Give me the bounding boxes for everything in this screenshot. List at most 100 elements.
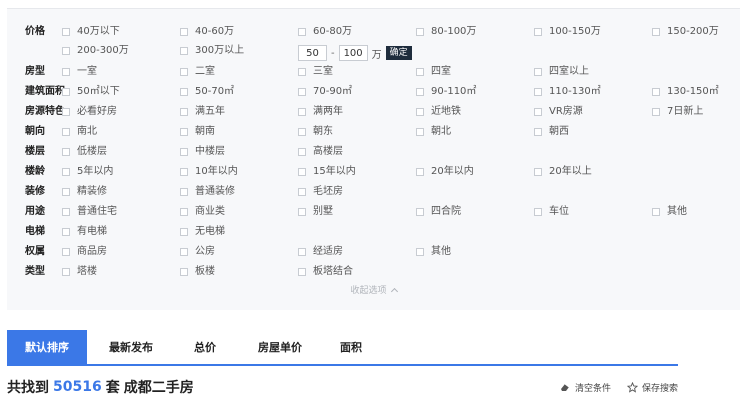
- filter-option-layout-4[interactable]: 四室以上: [534, 63, 589, 81]
- filter-option-usage-5[interactable]: 其他: [652, 203, 687, 221]
- checkbox[interactable]: [298, 108, 306, 116]
- checkbox[interactable]: [416, 68, 424, 76]
- filter-option-decoration-0[interactable]: 精装修: [62, 183, 107, 201]
- checkbox[interactable]: [298, 128, 306, 136]
- filter-option-usage-1[interactable]: 商业类: [180, 203, 225, 221]
- checkbox[interactable]: [62, 47, 70, 55]
- checkbox[interactable]: [62, 108, 70, 116]
- filter-option-orientation-0[interactable]: 南北: [62, 123, 97, 141]
- filter-option-age-3[interactable]: 20年以内: [416, 163, 474, 181]
- checkbox[interactable]: [416, 108, 424, 116]
- price-confirm-button[interactable]: 确定: [385, 46, 412, 60]
- filter-option-price-3[interactable]: 80-100万: [416, 23, 476, 41]
- filter-option-elevator-0[interactable]: 有电梯: [62, 223, 107, 241]
- filter-option-usage-3[interactable]: 四合院: [416, 203, 461, 221]
- filter-option-ownership-2[interactable]: 经适房: [298, 243, 343, 261]
- checkbox[interactable]: [180, 248, 188, 256]
- filter-option-features-3[interactable]: 近地铁: [416, 103, 461, 121]
- sort-tab-total-price[interactable]: 总价: [183, 330, 227, 366]
- filter-option-layout-3[interactable]: 四室: [416, 63, 451, 81]
- checkbox[interactable]: [298, 188, 306, 196]
- filter-option-price-6[interactable]: 200-300万: [62, 42, 129, 60]
- filter-option-area-0[interactable]: 50㎡以下: [62, 83, 120, 101]
- filter-option-price-4[interactable]: 100-150万: [534, 23, 601, 41]
- filter-option-orientation-2[interactable]: 朝东: [298, 123, 333, 141]
- checkbox[interactable]: [652, 28, 660, 36]
- checkbox[interactable]: [180, 268, 188, 276]
- filter-option-area-1[interactable]: 50-70㎡: [180, 83, 234, 101]
- filter-option-ownership-3[interactable]: 其他: [416, 243, 451, 261]
- checkbox[interactable]: [298, 68, 306, 76]
- filter-option-usage-0[interactable]: 普通住宅: [62, 203, 117, 221]
- filter-option-floor-0[interactable]: 低楼层: [62, 143, 107, 161]
- sort-tab-unit-price[interactable]: 房屋单价: [247, 330, 313, 366]
- checkbox[interactable]: [62, 188, 70, 196]
- checkbox[interactable]: [62, 148, 70, 156]
- filter-option-building-type-2[interactable]: 板塔结合: [298, 263, 353, 281]
- checkbox[interactable]: [62, 168, 70, 176]
- checkbox[interactable]: [652, 108, 660, 116]
- sort-tab-default[interactable]: 默认排序: [7, 330, 87, 366]
- filter-option-age-1[interactable]: 10年以内: [180, 163, 238, 181]
- collapse-options-button[interactable]: 收起选项: [7, 284, 740, 298]
- checkbox[interactable]: [62, 28, 70, 36]
- checkbox[interactable]: [534, 28, 542, 36]
- filter-option-age-0[interactable]: 5年以内: [62, 163, 113, 181]
- checkbox[interactable]: [180, 208, 188, 216]
- filter-option-usage-2[interactable]: 别墅: [298, 203, 333, 221]
- filter-option-usage-4[interactable]: 车位: [534, 203, 569, 221]
- checkbox[interactable]: [534, 88, 542, 96]
- filter-option-price-2[interactable]: 60-80万: [298, 23, 352, 41]
- checkbox[interactable]: [298, 148, 306, 156]
- filter-option-price-7[interactable]: 300万以上: [180, 42, 244, 60]
- checkbox[interactable]: [534, 128, 542, 136]
- checkbox[interactable]: [180, 88, 188, 96]
- filter-option-ownership-0[interactable]: 商品房: [62, 243, 107, 261]
- filter-option-area-5[interactable]: 130-150㎡: [652, 83, 719, 101]
- checkbox[interactable]: [180, 168, 188, 176]
- filter-option-area-2[interactable]: 70-90㎡: [298, 83, 352, 101]
- filter-option-area-3[interactable]: 90-110㎡: [416, 83, 476, 101]
- filter-option-floor-1[interactable]: 中楼层: [180, 143, 225, 161]
- checkbox[interactable]: [416, 168, 424, 176]
- clear-conditions-button[interactable]: 清空条件: [560, 379, 611, 395]
- checkbox[interactable]: [180, 47, 188, 55]
- checkbox[interactable]: [62, 128, 70, 136]
- checkbox[interactable]: [534, 208, 542, 216]
- checkbox[interactable]: [62, 228, 70, 236]
- filter-option-price-1[interactable]: 40-60万: [180, 23, 234, 41]
- checkbox[interactable]: [62, 268, 70, 276]
- sort-tab-area[interactable]: 面积: [331, 330, 371, 366]
- checkbox[interactable]: [534, 108, 542, 116]
- checkbox[interactable]: [298, 168, 306, 176]
- filter-option-features-5[interactable]: 7日新上: [652, 103, 703, 121]
- filter-option-price-5[interactable]: 150-200万: [652, 23, 719, 41]
- filter-option-price-0[interactable]: 40万以下: [62, 23, 120, 41]
- checkbox[interactable]: [416, 208, 424, 216]
- checkbox[interactable]: [652, 88, 660, 96]
- price-max-input[interactable]: [338, 45, 368, 61]
- price-min-input[interactable]: [298, 45, 327, 61]
- checkbox[interactable]: [298, 208, 306, 216]
- save-search-button[interactable]: 保存搜索: [627, 379, 678, 395]
- checkbox[interactable]: [180, 228, 188, 236]
- checkbox[interactable]: [180, 68, 188, 76]
- filter-option-age-2[interactable]: 15年以内: [298, 163, 356, 181]
- checkbox[interactable]: [298, 28, 306, 36]
- filter-option-building-type-0[interactable]: 塔楼: [62, 263, 97, 281]
- filter-option-age-4[interactable]: 20年以上: [534, 163, 592, 181]
- filter-option-building-type-1[interactable]: 板楼: [180, 263, 215, 281]
- checkbox[interactable]: [298, 268, 306, 276]
- checkbox[interactable]: [180, 148, 188, 156]
- checkbox[interactable]: [62, 88, 70, 96]
- filter-option-orientation-4[interactable]: 朝西: [534, 123, 569, 141]
- filter-option-features-2[interactable]: 满两年: [298, 103, 343, 121]
- sort-tab-latest[interactable]: 最新发布: [100, 330, 162, 366]
- checkbox[interactable]: [180, 108, 188, 116]
- checkbox[interactable]: [62, 208, 70, 216]
- checkbox[interactable]: [416, 28, 424, 36]
- filter-option-features-4[interactable]: VR房源: [534, 103, 583, 121]
- filter-option-floor-2[interactable]: 高楼层: [298, 143, 343, 161]
- filter-option-layout-0[interactable]: 一室: [62, 63, 97, 81]
- checkbox[interactable]: [416, 128, 424, 136]
